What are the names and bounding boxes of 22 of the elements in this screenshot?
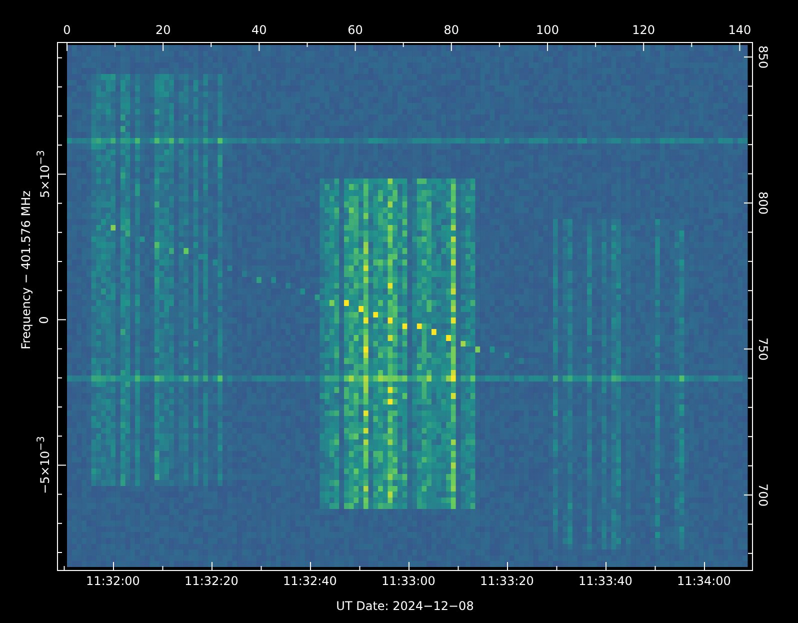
axis-tick-label: 800 [757,192,769,214]
axis-tick-label: 11:32:00 [86,575,140,587]
axis-tick-label: 60 [348,24,363,36]
axis-title: Frequency − 401.576 MHz [20,190,32,350]
axis-title: UT Date: 2024−12−08 [336,600,474,612]
axis-tick-label: 11:33:40 [578,575,632,587]
axis-tick-label: 11:33:00 [382,575,436,587]
axis-tick-label: 11:34:00 [677,575,731,587]
axis-tick-label: 750 [757,338,769,360]
axis-tick-label: 11:32:20 [184,575,238,587]
axis-tick-label: 0 [63,24,71,36]
axis-tick-label: 11:33:20 [480,575,534,587]
axis-tick-label: 100 [536,24,559,36]
axis-tick-label: 20 [155,24,171,36]
axis-tick-label: 11:32:40 [283,575,337,587]
axis-tick-label: 0 [38,316,50,324]
axis-tick-label: 80 [444,24,460,36]
axis-tick-label: 140 [728,24,752,36]
axis-tick-label: 120 [632,24,656,36]
axis-tick-label: 40 [252,24,267,36]
axis-tick-label: 850 [757,46,769,68]
axis-tick-label: 700 [757,484,769,506]
